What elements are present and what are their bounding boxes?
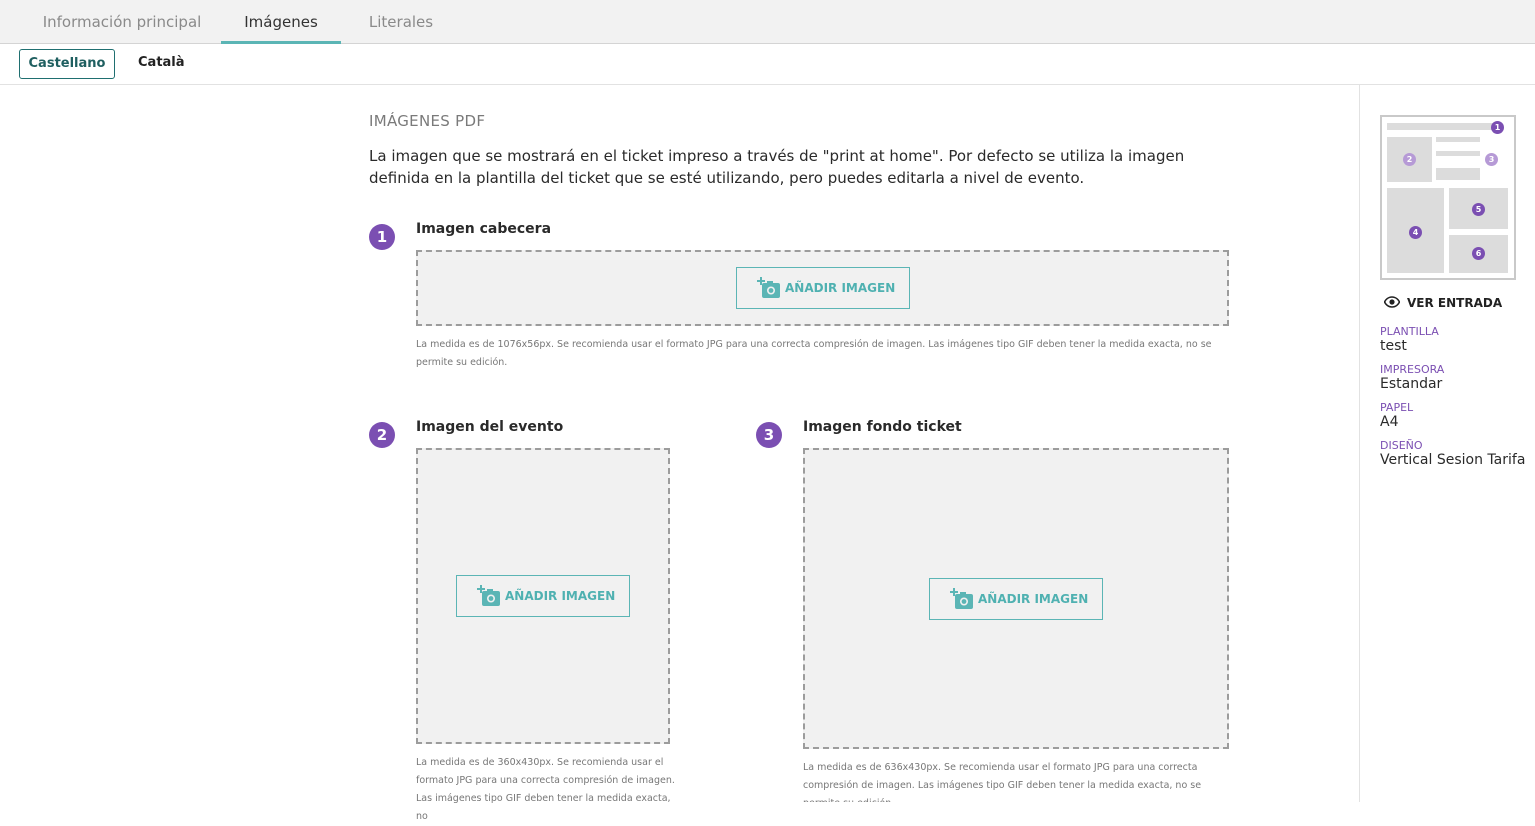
view-ticket-label: VER ENTRADA — [1407, 296, 1503, 310]
add-photo-icon — [950, 588, 973, 609]
section-description: La imagen que se mostrará en el ticket i… — [369, 147, 1185, 187]
meta-design-key: DISEÑO — [1380, 439, 1423, 452]
header-image-dropzone[interactable]: AÑADIR IMAGEN — [416, 250, 1229, 326]
layout-block-header — [1387, 123, 1493, 130]
tab-imagenes[interactable]: Imágenes — [221, 0, 341, 45]
meta-printer-value: Estandar — [1380, 376, 1443, 392]
section-title: IMÁGENES PDF — [369, 112, 486, 130]
eye-icon — [1384, 296, 1400, 308]
layout-number-3: 3 — [1485, 153, 1498, 166]
panel-divider — [1359, 85, 1360, 802]
layout-number-1: 1 — [1491, 121, 1504, 134]
event-image-dropzone[interactable]: AÑADIR IMAGEN — [416, 448, 670, 744]
language-bar: Castellano Català — [0, 44, 1535, 85]
background-image-hint: La medida es de 636x430px. Se recomienda… — [803, 762, 1202, 802]
add-background-image-button[interactable]: AÑADIR IMAGEN — [929, 578, 1103, 620]
layout-number-6: 6 — [1472, 247, 1485, 260]
add-photo-icon — [477, 585, 500, 606]
meta-paper-key: PAPEL — [1380, 401, 1414, 414]
add-photo-icon — [757, 277, 780, 298]
layout-block-line — [1436, 151, 1480, 156]
tab-informacion-principal[interactable]: Información principal — [36, 0, 208, 44]
top-tabs: Información principal Imágenes Literales — [0, 0, 1535, 45]
meta-design-value: Vertical Sesion Tarifa — [1380, 452, 1526, 468]
layout-block-line — [1436, 137, 1480, 142]
language-castellano-button[interactable]: Castellano — [19, 49, 115, 79]
layout-number-4: 4 — [1409, 226, 1422, 239]
meta-template-key: PLANTILLA — [1380, 325, 1439, 338]
step-number-1: 1 — [369, 224, 395, 250]
background-image-label: Imagen fondo ticket — [803, 419, 962, 435]
event-image-hint: La medida es de 360x430px. Se recomienda… — [416, 757, 675, 822]
header-image-hint: La medida es de 1076x56px. Se recomienda… — [416, 339, 1212, 368]
language-catala-button[interactable]: Català — [126, 49, 197, 79]
event-image-label: Imagen del evento — [416, 419, 564, 435]
step-number-3: 3 — [756, 422, 782, 448]
meta-printer-key: IMPRESORA — [1380, 363, 1445, 376]
layout-number-5: 5 — [1472, 203, 1485, 216]
background-image-dropzone[interactable]: AÑADIR IMAGEN — [803, 448, 1229, 749]
header-image-label: Imagen cabecera — [416, 221, 552, 237]
add-image-label: AÑADIR IMAGEN — [785, 281, 896, 295]
meta-template-value: test — [1380, 338, 1407, 354]
add-event-image-button[interactable]: AÑADIR IMAGEN — [456, 575, 630, 617]
tab-literales[interactable]: Literales — [352, 0, 450, 44]
ticket-layout-preview: 1 2 3 4 5 6 — [1380, 115, 1516, 280]
add-header-image-button[interactable]: AÑADIR IMAGEN — [736, 267, 910, 309]
layout-number-2: 2 — [1403, 153, 1416, 166]
add-image-label: AÑADIR IMAGEN — [505, 589, 616, 603]
meta-paper-value: A4 — [1380, 414, 1399, 430]
step-number-2: 2 — [369, 422, 395, 448]
layout-block-line — [1436, 168, 1480, 180]
add-image-label: AÑADIR IMAGEN — [978, 592, 1089, 606]
